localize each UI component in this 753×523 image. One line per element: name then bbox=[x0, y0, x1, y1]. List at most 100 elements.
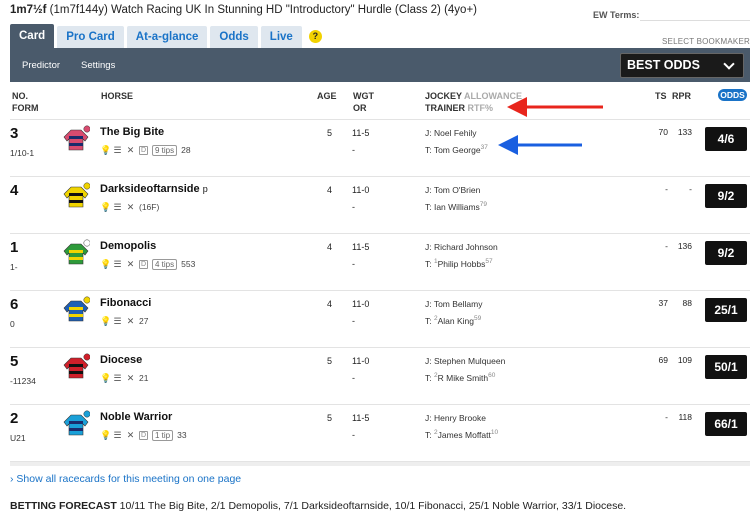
trainer-info[interactable]: T: 2James Moffatt10 bbox=[425, 429, 498, 440]
jockey-name[interactable]: J: Henry Brooke bbox=[425, 413, 486, 423]
lightbulb-icon[interactable]: 💡 bbox=[100, 202, 111, 212]
runner-age: 5 bbox=[327, 413, 333, 423]
predictor-link[interactable]: Predictor bbox=[22, 60, 60, 71]
runner-row[interactable]: 5 -11234 Diocese 💡 ☰ ✕ 21 5 11-0 - J: Stephen Mul… bbox=[10, 348, 750, 405]
odds-button[interactable]: 50/1 bbox=[705, 355, 747, 379]
racecard-tabs: Card Pro Card At-a-glance Odds Live ? bbox=[10, 24, 750, 48]
notes-icon[interactable]: ☰ bbox=[113, 316, 122, 326]
trainer-rtf: 57 bbox=[485, 258, 493, 265]
trainer-rtf: 60 bbox=[488, 372, 496, 379]
trainer-name: James Moffatt bbox=[437, 429, 491, 440]
horse-name-link[interactable]: Diocese bbox=[100, 354, 142, 366]
horse-name-link[interactable]: Fibonacci bbox=[100, 297, 151, 309]
trainer-name: Alan King bbox=[437, 315, 474, 326]
trainer-rtf: 79 bbox=[479, 201, 488, 208]
tab-at-a-glance[interactable]: At-a-glance bbox=[126, 26, 208, 48]
odds-button[interactable]: 66/1 bbox=[705, 412, 747, 436]
close-icon[interactable]: ✕ bbox=[126, 202, 135, 212]
odds-button[interactable]: 9/2 bbox=[705, 184, 747, 208]
notes-icon[interactable]: ☰ bbox=[113, 145, 122, 155]
runner-or: - bbox=[352, 373, 355, 383]
trainer-name: R Mike Smith bbox=[437, 372, 489, 383]
close-icon[interactable]: ✕ bbox=[126, 373, 135, 383]
lightbulb-icon[interactable]: 💡 bbox=[100, 316, 111, 326]
horse-name-link[interactable]: Noble Warrior bbox=[100, 411, 172, 423]
close-icon[interactable]: ✕ bbox=[126, 145, 135, 155]
runner-row[interactable]: 1 1- Demopolis 💡 ☰ ✕ D 4 tips 553 4 11-5 - J: Richa… bbox=[10, 234, 750, 291]
notes-icon[interactable]: ☰ bbox=[113, 259, 122, 269]
lightbulb-icon[interactable]: 💡 bbox=[100, 373, 111, 383]
runner-row[interactable]: 4 Darksideoftarnside p 💡 ☰ ✕ (16F) 4 11-0 - J: To… bbox=[10, 177, 750, 234]
diomed-icon[interactable]: D bbox=[139, 430, 148, 440]
runner-tools: 💡 ☰ ✕ D 4 tips 553 bbox=[100, 258, 195, 270]
ew-terms-divider bbox=[640, 20, 750, 21]
close-icon[interactable]: ✕ bbox=[126, 430, 135, 440]
tips-badge[interactable]: 9 tips bbox=[152, 144, 178, 156]
horse-name-link[interactable]: Darksideoftarnside p bbox=[100, 183, 208, 195]
lightbulb-icon[interactable]: 💡 bbox=[100, 430, 111, 440]
notes-icon[interactable]: ☰ bbox=[113, 202, 122, 212]
days-since-run: 33 bbox=[177, 430, 187, 440]
diomed-icon[interactable]: D bbox=[139, 145, 148, 155]
close-icon[interactable]: ✕ bbox=[126, 316, 135, 326]
horse-name-link[interactable]: The Big Bite bbox=[100, 126, 164, 138]
runner-form: 0 bbox=[10, 319, 15, 329]
runner-number: 5 bbox=[10, 353, 19, 370]
notes-icon[interactable]: ☰ bbox=[113, 373, 122, 383]
trainer-info[interactable]: T: Tom George37 bbox=[425, 144, 488, 155]
runner-row[interactable]: 6 0 Fibonacci 💡 ☰ ✕ 27 4 11-0 - J: Tom Bellamy T: … bbox=[10, 291, 750, 348]
race-name: Watch Racing UK In Stunning HD "Introduc… bbox=[111, 4, 477, 16]
horse-name: Diocese bbox=[100, 354, 143, 366]
runner-weight: 11-0 bbox=[352, 185, 370, 195]
header-no-form: NO. FORM bbox=[12, 90, 39, 114]
tab-pro-card[interactable]: Pro Card bbox=[57, 26, 124, 48]
jockey-name[interactable]: J: Noel Fehily bbox=[425, 128, 477, 138]
close-icon[interactable]: ✕ bbox=[126, 259, 135, 269]
settings-link[interactable]: Settings bbox=[81, 60, 115, 71]
race-title: 1m7½f (1m7f144y) Watch Racing UK In Stun… bbox=[10, 4, 477, 16]
jockey-name[interactable]: J: Stephen Mulqueen bbox=[425, 356, 505, 366]
tips-badge[interactable]: 4 tips bbox=[152, 258, 178, 270]
jockey-name[interactable]: J: Tom O'Brien bbox=[425, 185, 480, 195]
select-bookmaker-label[interactable]: SELECT BOOKMAKER bbox=[662, 37, 750, 46]
lightbulb-icon[interactable]: 💡 bbox=[100, 145, 111, 155]
trainer-info[interactable]: T: 1Philip Hobbs57 bbox=[425, 258, 493, 269]
odds-button[interactable]: 25/1 bbox=[705, 298, 747, 322]
trainer-info[interactable]: T: Ian Williams79 bbox=[425, 201, 487, 212]
odds-button[interactable]: 4/6 bbox=[705, 127, 747, 151]
days-since-run: 28 bbox=[181, 145, 191, 155]
forecast-label: BETTING FORECAST bbox=[10, 500, 117, 512]
runner-row[interactable]: 2 U21 Noble Warrior 💡 ☰ ✕ D 1 tip 33 5 11-5 - J: He… bbox=[10, 405, 750, 462]
best-odds-select[interactable]: BEST ODDS bbox=[620, 53, 744, 78]
notes-icon[interactable]: ☰ bbox=[113, 430, 122, 440]
runner-rpr: 109 bbox=[677, 355, 692, 365]
horse-name-link[interactable]: Demopolis bbox=[100, 240, 156, 252]
header-odds[interactable]: ODDS bbox=[718, 89, 747, 101]
tab-card[interactable]: Card bbox=[10, 24, 55, 48]
header-rtf: RTF% bbox=[467, 103, 494, 113]
chevron-down-icon bbox=[723, 58, 735, 70]
jockey-name[interactable]: J: Richard Johnson bbox=[425, 242, 498, 252]
runner-ts: - bbox=[665, 241, 668, 251]
odds-button[interactable]: 9/2 bbox=[705, 241, 747, 265]
days-since-run: (16F) bbox=[139, 202, 160, 212]
runner-form: U21 bbox=[10, 433, 26, 443]
runner-tools: 💡 ☰ ✕ D 9 tips 28 bbox=[100, 144, 191, 156]
runner-or: - bbox=[352, 430, 355, 440]
tab-live[interactable]: Live bbox=[260, 26, 302, 48]
runner-tools: 💡 ☰ ✕ (16F) bbox=[100, 201, 159, 213]
runner-or: - bbox=[352, 259, 355, 269]
trainer-info[interactable]: T: 2R Mike Smith60 bbox=[425, 372, 495, 383]
runner-rpr: 136 bbox=[677, 241, 692, 251]
tips-badge[interactable]: 1 tip bbox=[152, 429, 174, 441]
lightbulb-icon[interactable]: 💡 bbox=[100, 259, 111, 269]
tab-odds[interactable]: Odds bbox=[210, 26, 258, 48]
runner-row[interactable]: 3 1/10-1 The Big Bite 💡 ☰ ✕ D 9 tips 28 5 11-5 - J:… bbox=[10, 120, 750, 177]
diomed-icon[interactable]: D bbox=[139, 259, 148, 269]
show-all-racecards-link[interactable]: › Show all racecards for this meeting on… bbox=[10, 473, 241, 485]
jockey-name[interactable]: J: Tom Bellamy bbox=[425, 299, 482, 309]
header-jockey: JOCKEY bbox=[425, 91, 462, 101]
trainer-info[interactable]: T: 2Alan King59 bbox=[425, 315, 481, 326]
help-icon[interactable]: ? bbox=[308, 30, 322, 43]
runner-or: - bbox=[352, 202, 355, 212]
